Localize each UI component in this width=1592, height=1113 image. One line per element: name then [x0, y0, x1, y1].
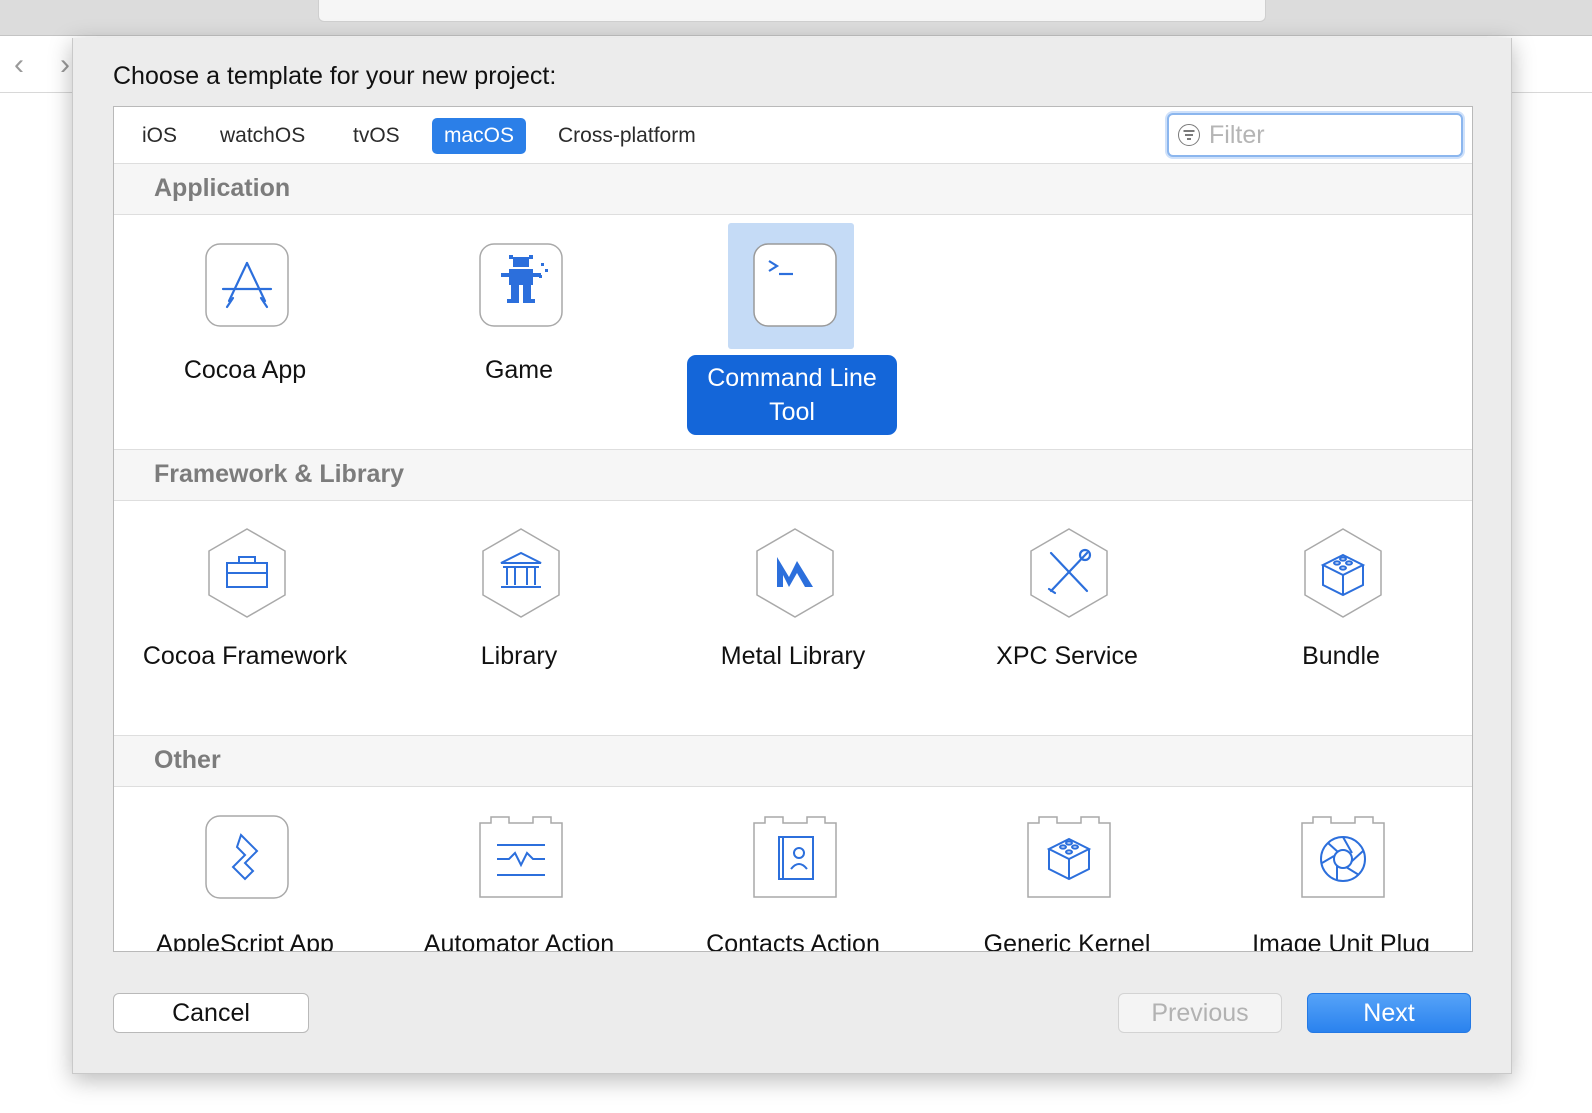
filter-input[interactable]: [1209, 119, 1449, 151]
new-project-sheet: Choose a template for your new project: …: [72, 38, 1512, 1074]
template-row-framework-library: Cocoa Framework Library Metal Library XP…: [114, 501, 1472, 735]
background-title-field: [318, 0, 1266, 22]
template-metal-library[interactable]: Metal Library: [665, 501, 921, 721]
template-label: Cocoa App: [183, 356, 307, 384]
tab-cross-platform[interactable]: Cross-platform: [546, 118, 708, 154]
kernel-block-icon: [1027, 816, 1111, 898]
template-image-unit-plug-in[interactable]: Image Unit Plug: [1213, 787, 1469, 952]
template-library[interactable]: Library: [391, 501, 647, 721]
app-store-icon: [205, 243, 289, 327]
automator-icon: [479, 816, 563, 898]
section-title: Other: [154, 746, 221, 774]
metal-icon: [756, 528, 834, 618]
tab-watchos[interactable]: watchOS: [208, 118, 317, 154]
template-label: AppleScript App: [156, 930, 334, 952]
filter-field[interactable]: [1167, 113, 1463, 157]
template-row-application: Cocoa App Game Command Line Tool: [114, 215, 1472, 449]
sheet-title: Choose a template for your new project:: [113, 62, 557, 90]
previous-button[interactable]: Previous: [1118, 993, 1282, 1033]
template-automator-action[interactable]: Automator Action: [391, 787, 647, 952]
template-panel: iOS watchOS tvOS macOS Cross-platform Ap…: [113, 106, 1473, 952]
next-button[interactable]: Next: [1307, 993, 1471, 1033]
template-label: XPC Service: [996, 642, 1138, 670]
template-label: Generic Kernel: [983, 930, 1151, 952]
contacts-icon: [753, 816, 837, 898]
template-label: Image Unit Plug: [1252, 930, 1430, 952]
toolbox-icon: [208, 528, 286, 618]
template-contacts-action[interactable]: Contacts Action: [665, 787, 921, 952]
section-header-application: Application: [114, 163, 1472, 215]
template-cocoa-app[interactable]: Cocoa App: [117, 215, 373, 435]
template-xpc-service[interactable]: XPC Service: [939, 501, 1195, 721]
template-game[interactable]: Game: [391, 215, 647, 435]
tools-icon: [1030, 528, 1108, 618]
template-cocoa-framework[interactable]: Cocoa Framework: [117, 501, 373, 721]
template-command-line-tool[interactable]: Command Line Tool: [665, 215, 921, 435]
tab-tvos[interactable]: tvOS: [341, 118, 412, 154]
forward-arrow-icon[interactable]: ›: [60, 50, 70, 80]
game-sprite-icon: [479, 243, 563, 327]
template-label: Contacts Action: [706, 930, 880, 952]
filter-icon: [1178, 124, 1200, 146]
template-generic-kernel[interactable]: Generic Kernel: [939, 787, 1195, 952]
back-arrow-icon[interactable]: ‹: [14, 50, 24, 80]
template-label: Library: [480, 642, 558, 670]
tab-ios[interactable]: iOS: [130, 118, 189, 154]
section-header-framework-library: Framework & Library: [114, 449, 1472, 501]
section-title: Application: [154, 174, 291, 202]
terminal-icon: [753, 243, 837, 327]
building-columns-icon: [482, 528, 560, 618]
template-bundle[interactable]: Bundle: [1213, 501, 1469, 721]
template-row-other: AppleScript App Automator Action Contact…: [114, 787, 1472, 952]
platform-tab-bar: iOS watchOS tvOS macOS Cross-platform: [114, 107, 1472, 164]
template-label: Game: [484, 356, 554, 384]
section-header-other: Other: [114, 735, 1472, 787]
script-icon: [205, 815, 289, 899]
template-label: Bundle: [1302, 642, 1380, 670]
lego-block-icon: [1304, 528, 1382, 618]
template-label: Command Line Tool: [687, 355, 897, 435]
tab-macos[interactable]: macOS: [432, 118, 527, 154]
section-title: Framework & Library: [154, 460, 405, 488]
aperture-icon: [1301, 816, 1385, 898]
template-label: Automator Action: [423, 930, 615, 952]
cancel-button[interactable]: Cancel: [113, 993, 309, 1033]
template-label: Cocoa Framework: [142, 642, 348, 670]
template-label: Metal Library: [720, 642, 866, 670]
template-applescript-app[interactable]: AppleScript App: [117, 787, 373, 952]
